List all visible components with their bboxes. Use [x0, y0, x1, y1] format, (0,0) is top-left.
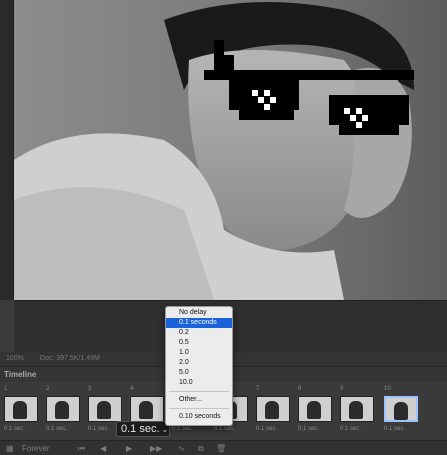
- menu-item-0-2[interactable]: 0.2: [166, 328, 232, 338]
- app-window: 100% Doc: 397.5K/1.49M Timeline 1 0.1 se…: [0, 0, 447, 455]
- frame-delay-label[interactable]: 0.1 sec.: [88, 426, 109, 432]
- delay-value: 0.1 sec.: [121, 423, 160, 435]
- document-canvas[interactable]: [14, 0, 447, 300]
- chevron-down-icon: ⌄: [161, 425, 169, 434]
- frame-10[interactable]: 10 0.1 sec.: [382, 386, 420, 438]
- frame-number: 9: [340, 386, 344, 392]
- frame-delay-label[interactable]: 0.1 sec.: [340, 426, 361, 432]
- frame-9[interactable]: 9 0.1 sec.: [338, 386, 376, 438]
- frame-delay-menu: No delay 0.1 seconds 0.2 0.5 1.0 2.0 5.0…: [165, 306, 233, 426]
- previous-frame-icon[interactable]: ◀: [100, 444, 106, 453]
- menu-item-10-0[interactable]: 10.0: [166, 378, 232, 388]
- frame-delay-label[interactable]: 0.1 sec.: [46, 426, 67, 432]
- frame-thumbnail[interactable]: [256, 396, 290, 422]
- menu-item-0-1-seconds[interactable]: 0.1 seconds: [166, 318, 232, 328]
- tools-rail: [0, 0, 14, 300]
- menu-item-1-0[interactable]: 1.0: [166, 348, 232, 358]
- menu-item-2-0[interactable]: 2.0: [166, 358, 232, 368]
- frame-delay-label[interactable]: 0.1 sec.: [298, 426, 319, 432]
- frame-2[interactable]: 2 0.1 sec.: [44, 386, 82, 438]
- frame-thumbnail[interactable]: [298, 396, 332, 422]
- menu-item-current-delay[interactable]: 0.10 seconds: [166, 412, 232, 422]
- frame-number: 8: [298, 386, 302, 392]
- frame-delay-dropdown[interactable]: 0.1 sec. ⌄: [116, 421, 170, 437]
- frame-number: 7: [256, 386, 260, 392]
- frame-1[interactable]: 1 0.1 sec.: [2, 386, 40, 438]
- frame-delay-label[interactable]: 0.1 sec.: [256, 426, 277, 432]
- frame-thumbnail[interactable]: [384, 396, 418, 422]
- frame-number: 2: [46, 386, 50, 392]
- frame-thumbnail[interactable]: [130, 396, 164, 422]
- frame-thumbnail[interactable]: [340, 396, 374, 422]
- menu-item-5-0[interactable]: 5.0: [166, 368, 232, 378]
- timeline-toolbar: ▦ Forever ⏮ ◀ ▶ ▶▶ ∿ ⧉ 🗑: [0, 440, 447, 455]
- frame-thumbnail[interactable]: [88, 396, 122, 422]
- menu-divider: [169, 391, 229, 392]
- frame-8[interactable]: 8 0.1 sec.: [296, 386, 334, 438]
- play-icon[interactable]: ▶: [126, 444, 132, 453]
- frame-delay-label[interactable]: 0.1 sec.: [172, 426, 193, 432]
- frame-7[interactable]: 7 0.1 sec.: [254, 386, 292, 438]
- frame-delay-label[interactable]: 0.1 sec.: [214, 426, 235, 432]
- frame-number: 10: [384, 386, 391, 392]
- frame-thumbnail[interactable]: [46, 396, 80, 422]
- loop-options[interactable]: Forever: [22, 444, 50, 453]
- delete-frame-icon[interactable]: 🗑: [216, 444, 226, 453]
- menu-item-0-5[interactable]: 0.5: [166, 338, 232, 348]
- frame-thumbnail[interactable]: [4, 396, 38, 422]
- tween-icon[interactable]: ∿: [178, 444, 185, 453]
- timeline-title: Timeline: [4, 370, 37, 379]
- convert-icon[interactable]: ▦: [6, 444, 14, 453]
- zoom-readout: 100%: [6, 355, 24, 362]
- menu-item-other[interactable]: Other...: [166, 395, 232, 405]
- frame-delay-label[interactable]: 0.1 sec.: [384, 426, 405, 432]
- frame-number: 1: [4, 386, 8, 392]
- frame-number: 4: [130, 386, 134, 392]
- frame-delay-label[interactable]: 0.1 sec.: [4, 426, 25, 432]
- duplicate-frame-icon[interactable]: ⧉: [198, 444, 204, 454]
- frame-number: 3: [88, 386, 92, 392]
- first-frame-icon[interactable]: ⏮: [78, 444, 85, 454]
- photo-image: [14, 0, 447, 300]
- menu-item-no-delay[interactable]: No delay: [166, 308, 232, 318]
- doc-size-readout: Doc: 397.5K/1.49M: [39, 355, 100, 362]
- next-frame-icon[interactable]: ▶▶: [150, 444, 162, 453]
- menu-divider: [169, 408, 229, 409]
